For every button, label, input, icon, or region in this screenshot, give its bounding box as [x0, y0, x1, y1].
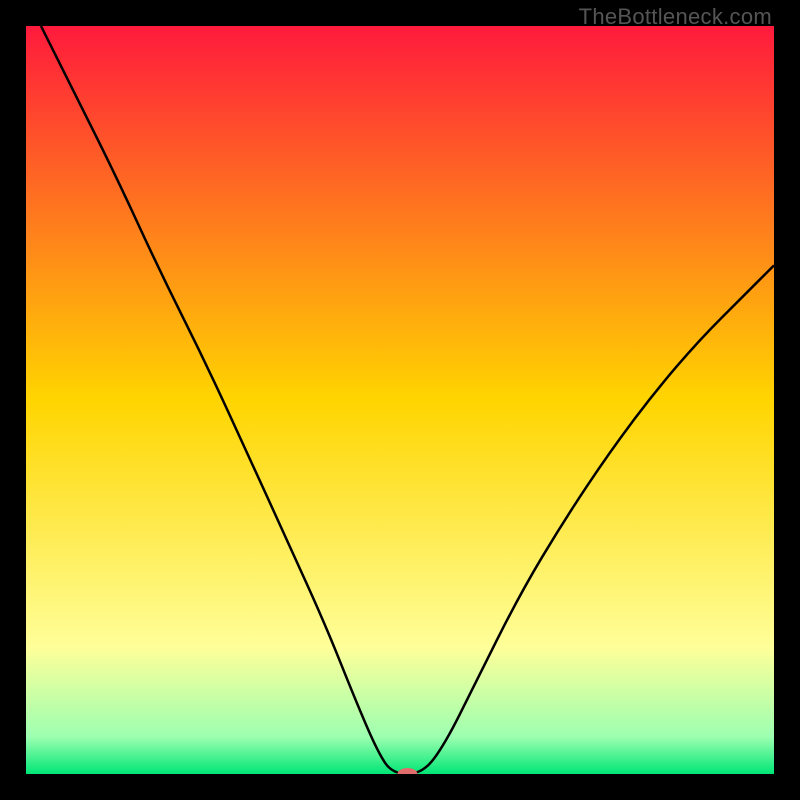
chart-svg: [26, 26, 774, 774]
gradient-background: [26, 26, 774, 774]
bottleneck-chart: [26, 26, 774, 774]
